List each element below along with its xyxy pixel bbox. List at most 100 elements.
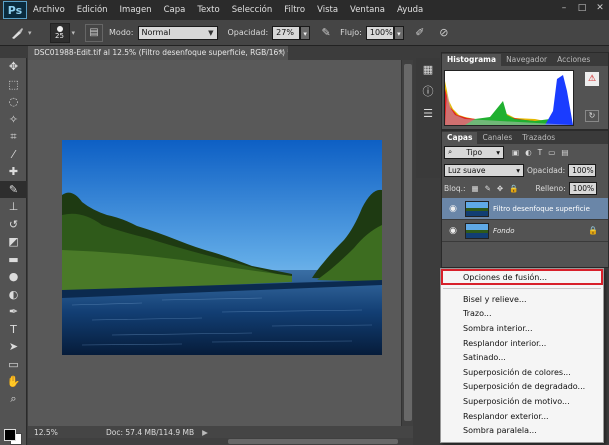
tab-capas[interactable]: Capas <box>442 132 478 144</box>
tab-canales[interactable]: Canales <box>477 132 517 144</box>
lock-position-icon[interactable]: ✥ <box>497 184 503 193</box>
clone-stamp-tool-icon[interactable]: ⊥ <box>0 198 27 216</box>
close-document-icon[interactable]: × <box>278 46 284 60</box>
menu-texto[interactable]: Texto <box>191 5 225 15</box>
menu-filtro[interactable]: Filtro <box>278 5 311 15</box>
lock-all-icon[interactable]: 🔒 <box>509 184 518 193</box>
lock-transparent-icon[interactable]: ▦ <box>472 184 479 193</box>
healing-brush-tool-icon[interactable]: ✚ <box>0 163 27 181</box>
menu-item-drop-shadow[interactable]: Sombra paralela... <box>441 423 603 438</box>
brush-panel-toggle-icon[interactable]: ▤ <box>85 23 104 42</box>
filter-shape-icon[interactable]: ▭ <box>548 148 555 157</box>
menu-bar: Ps Archivo Edición Imagen Capa Texto Sel… <box>0 0 609 20</box>
brush-dropdown-arrow-icon[interactable]: ▾ <box>72 29 76 37</box>
layer-name[interactable]: Filtro desenfoque superficie <box>493 205 590 213</box>
layer-row[interactable]: ◉ Filtro desenfoque superficie <box>442 198 608 220</box>
flow-input[interactable]: 100% <box>365 25 394 40</box>
tab-navegador[interactable]: Navegador <box>501 54 552 66</box>
shape-tool-icon[interactable]: ▭ <box>0 356 27 374</box>
dodge-tool-icon[interactable]: ◐ <box>0 286 27 304</box>
history-brush-tool-icon[interactable]: ↺ <box>0 216 27 234</box>
marquee-tool-icon[interactable]: ⬚ <box>0 76 27 94</box>
filter-pixel-icon[interactable]: ▣ <box>512 148 519 157</box>
menu-item-outer-glow[interactable]: Resplandor exterior... <box>441 409 603 424</box>
menu-item-inner-glow[interactable]: Resplandor interior... <box>441 336 603 351</box>
brush-tool-icon[interactable]: ✎ <box>0 180 27 198</box>
flow-stepper[interactable]: ▾ <box>393 25 404 40</box>
gradient-tool-icon[interactable]: ▬ <box>0 251 27 269</box>
zoom-tool-icon[interactable]: ⌕ <box>0 391 27 409</box>
type-tool-icon[interactable]: T <box>0 321 27 339</box>
tab-trazados[interactable]: Trazados <box>517 132 560 144</box>
preset-dropdown-arrow-icon[interactable]: ▾ <box>28 29 32 37</box>
tab-acciones[interactable]: Acciones <box>552 54 595 66</box>
foreground-color-swatch[interactable] <box>4 429 16 441</box>
menu-item-satin[interactable]: Satinado... <box>441 350 603 365</box>
blend-mode-select[interactable]: Luz suave ▾ <box>444 163 524 177</box>
menu-seleccion[interactable]: Selección <box>226 5 279 15</box>
opacity-input[interactable]: 27% <box>272 25 301 40</box>
image-canvas[interactable] <box>62 140 382 355</box>
horizontal-scroll-thumb[interactable] <box>228 439 398 444</box>
menu-item-blending-options[interactable]: Opciones de fusión... <box>441 269 603 285</box>
menu-item-inner-shadow[interactable]: Sombra interior... <box>441 321 603 336</box>
fill-input[interactable]: 100% <box>568 181 597 195</box>
minimize-button[interactable]: – <box>559 3 569 13</box>
mode-select[interactable]: Normal ▼ <box>137 25 218 40</box>
tab-histograma[interactable]: Histograma <box>442 54 502 66</box>
refresh-histogram-icon[interactable]: ↻ <box>585 110 599 122</box>
menu-vista[interactable]: Vista <box>311 5 344 15</box>
layer-name[interactable]: Fondo <box>493 227 514 235</box>
info-panel-icon[interactable]: ⓘ <box>416 80 440 102</box>
path-selection-tool-icon[interactable]: ➤ <box>0 338 27 356</box>
layer-row[interactable]: ◉ Fondo 🔒 <box>442 220 608 242</box>
menu-item-bevel-emboss[interactable]: Bisel y relieve... <box>441 292 603 307</box>
eye-icon[interactable]: ◉ <box>445 201 461 217</box>
pen-tool-icon[interactable]: ✒ <box>0 303 27 321</box>
history-panel-icon[interactable]: ▦ <box>416 58 440 80</box>
fill-label: Relleno: <box>535 183 566 193</box>
menu-imagen[interactable]: Imagen <box>114 5 158 15</box>
menu-item-color-overlay[interactable]: Superposición de colores... <box>441 365 603 380</box>
pressure-opacity-icon[interactable]: ✎ <box>318 25 334 41</box>
layer-opacity-input[interactable]: 100% <box>568 163 597 177</box>
lasso-tool-icon[interactable]: ◌ <box>0 93 27 111</box>
properties-panel-icon[interactable]: ☰ <box>416 102 440 124</box>
airbrush-icon[interactable]: ✐ <box>412 25 428 41</box>
menu-item-stroke[interactable]: Trazo... <box>441 307 603 322</box>
eye-icon[interactable]: ◉ <box>445 223 461 239</box>
menu-item-pattern-overlay[interactable]: Superposición de motivo... <box>441 394 603 409</box>
filter-adjust-icon[interactable]: ◐ <box>525 148 532 157</box>
menu-ventana[interactable]: Ventana <box>344 5 391 15</box>
brush-tool-preset-icon[interactable] <box>6 23 28 43</box>
hand-tool-icon[interactable]: ✋ <box>0 373 27 391</box>
zoom-level[interactable]: 12.5% <box>28 428 62 437</box>
blur-tool-icon[interactable]: ● <box>0 268 27 286</box>
move-tool-icon[interactable]: ✥ <box>0 58 27 76</box>
menu-ayuda[interactable]: Ayuda <box>391 5 429 15</box>
menu-archivo[interactable]: Archivo <box>27 5 71 15</box>
menu-capa[interactable]: Capa <box>158 5 192 15</box>
lock-image-icon[interactable]: ✎ <box>485 184 491 193</box>
document-tab[interactable]: DSC01988-Edit.tif al 12.5% (Filtro desen… <box>28 46 288 60</box>
close-window-button[interactable]: ✕ <box>595 3 605 13</box>
eyedropper-tool-icon[interactable]: ⁄ <box>0 146 27 164</box>
filter-type-icon[interactable]: T <box>538 148 543 157</box>
horizontal-scrollbar[interactable] <box>28 438 413 445</box>
layer-filter-select[interactable]: ⌕ Tipo ▾ <box>444 145 504 159</box>
document-workspace[interactable] <box>28 60 401 426</box>
vertical-scroll-thumb[interactable] <box>404 64 412 421</box>
filter-smart-icon[interactable]: ▤ <box>561 148 568 157</box>
eraser-tool-icon[interactable]: ◩ <box>0 233 27 251</box>
vertical-scrollbar[interactable] <box>401 60 413 426</box>
crop-tool-icon[interactable]: ⌗ <box>0 128 27 146</box>
opacity-stepper[interactable]: ▾ <box>300 25 311 40</box>
quick-selection-tool-icon[interactable]: ✧ <box>0 111 27 129</box>
pressure-size-icon[interactable]: ⊘ <box>436 25 452 41</box>
status-menu-arrow-icon[interactable]: ▶ <box>202 428 208 437</box>
maximize-button[interactable]: □ <box>577 3 587 13</box>
menu-item-gradient-overlay[interactable]: Superposición de degradado... <box>441 380 603 395</box>
menu-edicion[interactable]: Edición <box>71 5 114 15</box>
brush-size-picker[interactable]: 25 <box>49 22 70 43</box>
cache-warning-icon[interactable]: ⚠ <box>585 72 599 86</box>
